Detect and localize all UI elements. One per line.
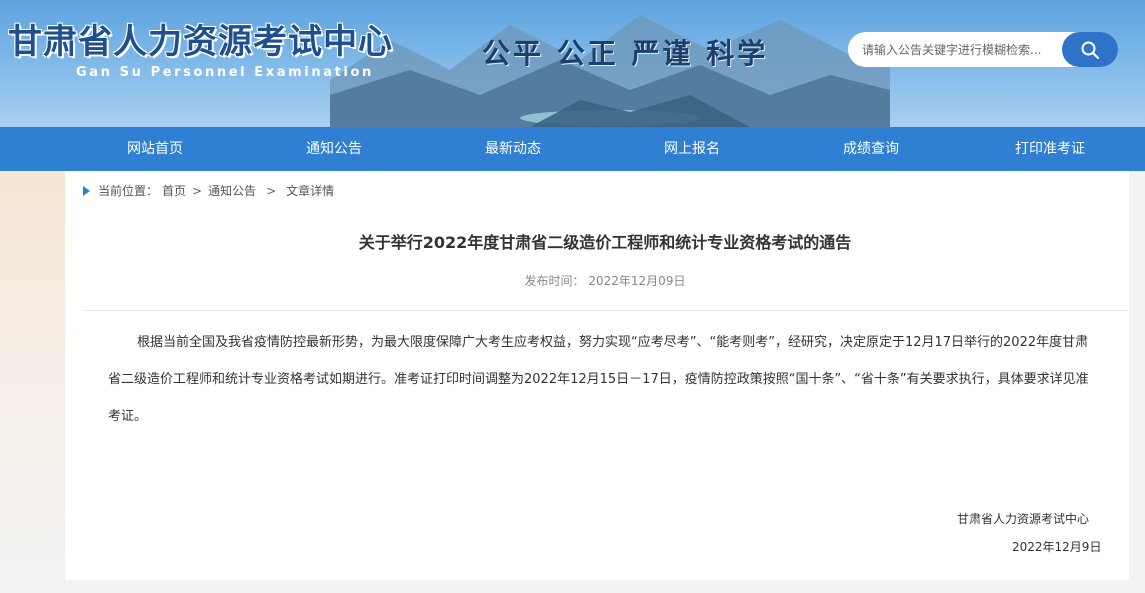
breadcrumb: 当前位置： 首页 > 通知公告 > 文章详情	[83, 182, 334, 199]
search-icon	[1081, 41, 1100, 59]
signature-org: 甘肃省人力资源考试中心	[957, 512, 1090, 526]
site-subtitle: Gan Su Personnel Examination	[76, 65, 374, 80]
title-divider	[83, 310, 1127, 311]
nav-item-news[interactable]: 最新动态	[443, 127, 583, 171]
publish-info: 发布时间： 2022年12月09日	[65, 272, 1145, 289]
nav-item-print-ticket[interactable]: 打印准考证	[980, 127, 1120, 171]
nav-item-notices[interactable]: 通知公告	[264, 127, 404, 171]
signature-date: 2022年12月9日	[1012, 540, 1102, 554]
search-button[interactable]	[1062, 32, 1118, 67]
slogan: 公平 公正 严谨 科学	[482, 37, 769, 70]
breadcrumb-separator: >	[266, 183, 277, 198]
breadcrumb-prefix: 当前位置：	[98, 184, 159, 198]
publish-date: 2022年12月09日	[588, 274, 686, 288]
breadcrumb-home[interactable]: 首页	[162, 182, 186, 199]
triangle-right-icon	[83, 185, 90, 196]
breadcrumb-current: 文章详情	[286, 184, 335, 198]
main-nav: 网站首页 通知公告 最新动态 网上报名 成绩查询 打印准考证	[0, 127, 1145, 171]
article-panel: 当前位置： 首页 > 通知公告 > 文章详情 关于举行2022年度甘肃省二级造价…	[65, 171, 1129, 580]
breadcrumb-separator: >	[192, 183, 203, 198]
site-title: 甘肃省人力资源考试中心	[8, 22, 393, 62]
nav-item-score-query[interactable]: 成绩查询	[801, 127, 941, 171]
article-body: 根据当前全国及我省疫情防控最新形势，为最大限度保障广大考生应考权益，努力实现“应…	[108, 335, 1089, 424]
search-input[interactable]	[862, 40, 1062, 60]
article-title: 关于举行2022年度甘肃省二级造价工程师和统计专业资格考试的通告	[358, 233, 852, 252]
nav-item-home[interactable]: 网站首页	[85, 127, 225, 171]
side-decoration	[0, 171, 65, 593]
header-banner: 甘肃省人力资源考试中心 Gan Su Personnel Examination…	[0, 0, 1145, 127]
breadcrumb-notices[interactable]: 通知公告	[208, 182, 256, 199]
publish-label: 发布时间：	[524, 274, 585, 288]
nav-item-registration[interactable]: 网上报名	[622, 127, 762, 171]
search-box	[848, 32, 1118, 67]
